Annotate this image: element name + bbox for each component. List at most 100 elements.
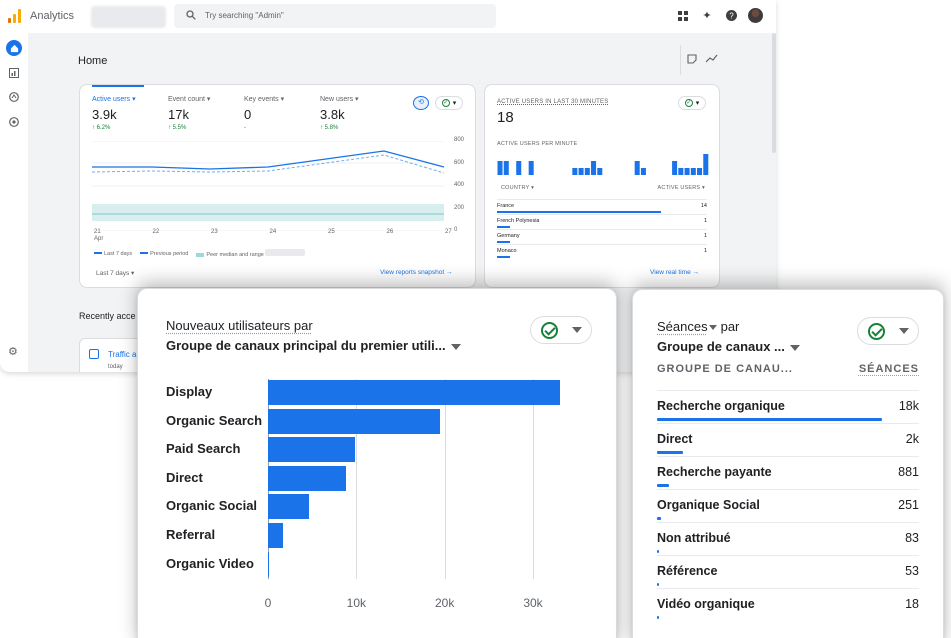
channel-label: Non attribué [657,531,731,545]
per-minute-label: ACTIVE USERS PER MINUTE [497,141,578,147]
svg-text:?: ? [729,11,734,20]
country-share-bar [497,241,510,243]
view-realtime-link[interactable]: View real time → [650,269,699,276]
insights-note-icon[interactable] [687,54,697,67]
table-row[interactable]: Recherche payante 881 [657,456,919,489]
realtime-quality-dropdown[interactable]: ✓ ▾ [678,96,706,110]
country-name: France [497,203,515,209]
recent-item-date: today [108,364,123,370]
bar-referral[interactable] [268,523,284,548]
dimension-selector[interactable]: Groupe de canaux principal du premier ut… [166,338,461,353]
help-icon[interactable]: ? [724,9,738,23]
metric-delta: - [244,125,314,131]
left-nav-rail [0,33,28,372]
metric-2[interactable]: Key events ▾ ▾0- [244,95,314,131]
table-row[interactable]: Vidéo organique 18 [657,588,919,621]
card-title-line1[interactable]: Séances par [657,319,739,334]
overview-card: Active users ▾ ▾3.9k↑ 6.2%Event count ▾ … [79,84,476,288]
x-tick-label: 25 [328,229,335,235]
y-tick-label: 800 [454,137,465,143]
recently-accessed-title: Recently acce [79,311,136,321]
country-row[interactable]: Monaco 1 [497,244,707,258]
chart-legend: Last 7 days Previous period Peer median … [94,249,306,258]
category-label: Organic Video [166,555,254,571]
metric-value: 0 [244,107,252,122]
view-reports-snapshot-link[interactable]: View reports snapshot → [380,269,453,276]
table-row[interactable]: Non attribué 83 [657,522,919,555]
card-title-line1: Nouveaux utilisateurs par [166,318,313,333]
metric-3[interactable]: New users ▾ ▾3.8k↑ 5.8% [320,95,390,131]
x-tick-label: 26 [386,229,394,235]
metric-0[interactable]: Active users ▾ ▾3.9k↑ 6.2% [92,95,162,131]
active-users-column-header[interactable]: ACTIVE USERS ▾ [658,185,705,191]
data-quality-dropdown[interactable]: ✓ ▾ [435,96,463,110]
overview-line-chart [92,141,445,231]
settings-gear-icon[interactable]: ⚙ [8,345,18,358]
per-minute-bar [584,168,590,175]
x-tick-label: 21 [94,229,101,235]
table-row[interactable]: Organique Social 251 [657,489,919,522]
country-row[interactable]: French Polynesia 1 [497,214,707,228]
page-title: Home [78,55,108,67]
sessions-column-header[interactable]: SÉANCES [859,363,919,375]
bar-display[interactable] [268,380,560,405]
legend-last-7: Last 7 days [94,251,132,257]
search-bar[interactable]: Try searching "Admin" [174,4,496,28]
per-minute-bar [572,168,578,175]
bar-organic-search[interactable] [268,408,441,434]
country-row[interactable]: France 14 [497,199,707,213]
check-circle-icon [540,321,558,339]
search-placeholder: Try searching "Admin" [205,11,284,20]
share-bar [657,550,659,553]
sessions-value: 251 [898,498,919,512]
advertising-icon[interactable] [7,115,21,129]
sessions-value: 83 [905,531,919,545]
analytics-logo-icon[interactable] [8,9,22,23]
apps-grid-icon[interactable] [676,9,690,23]
vertical-gridline [444,379,446,579]
metric-label: Event count ▾ [168,96,211,103]
data-quality-dropdown[interactable] [530,316,592,344]
metric-caret-icon [708,325,717,331]
dimension-selector[interactable]: Groupe de canaux ... [657,339,800,354]
sessions-value: 881 [898,465,919,479]
country-name: French Polynesia [497,218,540,224]
reports-icon[interactable] [7,66,21,80]
trend-sparkline-icon[interactable] [705,54,718,67]
dropdown-caret-icon [450,343,461,350]
account-selector[interactable] [91,6,166,28]
x-axis-tick-label: 10k [346,596,367,610]
per-minute-bar [640,168,646,175]
table-row[interactable]: Direct 2k [657,423,919,456]
series-last-7-days [92,150,445,170]
share-bar [657,418,883,421]
metric-1[interactable]: Event count ▾ ▾17k↑ 5.5% [168,95,238,131]
country-column-header[interactable]: COUNTRY ▾ [501,185,534,191]
category-label: Paid Search [166,441,241,457]
metric-label: Key events ▾ [244,96,285,103]
explore-icon[interactable] [7,90,21,104]
data-quality-dropdown[interactable] [857,317,919,345]
share-bar [657,583,659,586]
check-circle-icon: ✓ [684,99,693,107]
country-row[interactable]: Germany 1 [497,229,707,243]
sparkle-icon[interactable]: ✦ [700,9,714,23]
compare-icon[interactable]: ⟲ [413,96,429,110]
metric-label: Active users ▾ [92,96,136,103]
date-range-selector[interactable]: Last 7 days ▾ [96,269,134,277]
x-month-label: Apr [94,236,104,242]
toolbar-icons: ✦ ? [676,8,763,23]
channel-group-column-header[interactable]: GROUPE DE CANAU... [657,363,793,375]
bar-paid-search[interactable] [268,437,355,463]
scrollbar[interactable] [772,33,776,153]
share-bar [657,616,659,619]
app-title: Analytics [30,10,75,22]
metric-value: 17k [168,107,189,122]
bar-direct[interactable] [268,465,346,491]
bar-organic-video[interactable] [268,551,269,577]
table-row[interactable]: Recherche organique 18k [657,390,919,423]
table-row[interactable]: Référence 53 [657,555,919,588]
home-icon[interactable] [6,40,22,56]
bar-organic-social[interactable] [268,494,309,520]
avatar[interactable] [748,8,763,23]
